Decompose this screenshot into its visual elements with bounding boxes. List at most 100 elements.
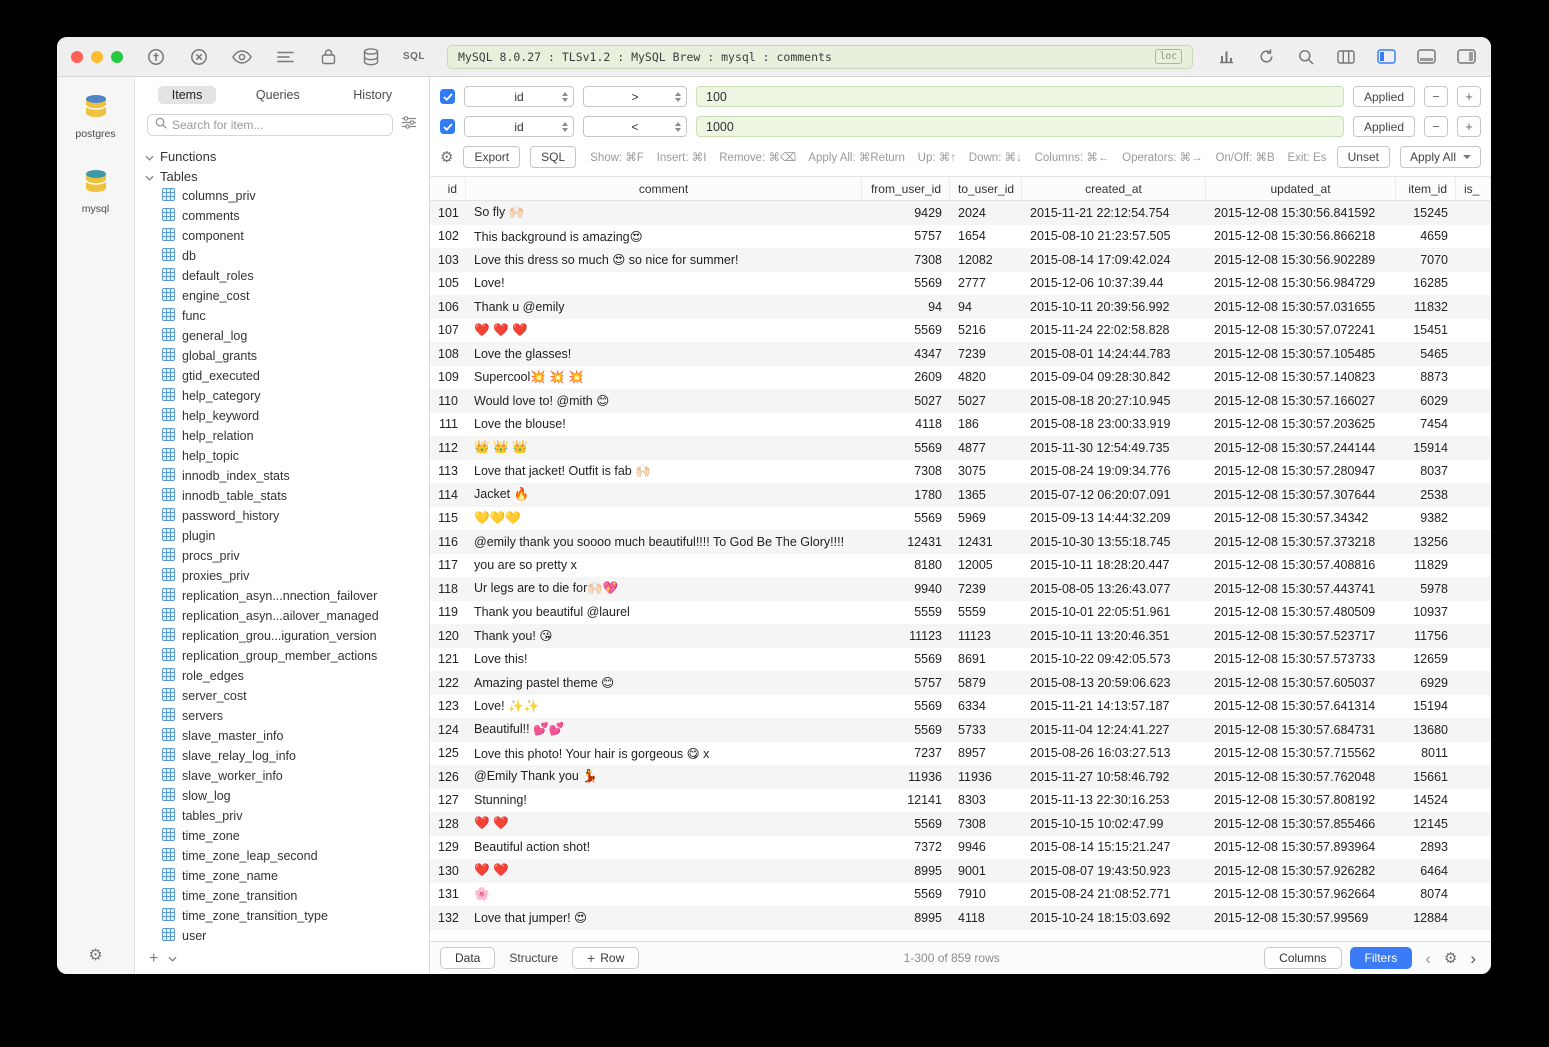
cell-updated-at[interactable]: 2015-12-08 15:30:57.641314 (1206, 699, 1396, 713)
cell-comment[interactable]: 🌸 (466, 887, 862, 902)
apply-all-button[interactable]: Apply All (1400, 146, 1481, 168)
cell-id[interactable]: 108 (430, 347, 466, 361)
cell-created-at[interactable]: 2015-08-14 15:15:21.247 (1022, 840, 1206, 854)
cell-updated-at[interactable]: 2015-12-08 15:30:57.99569 (1206, 911, 1396, 925)
cell-item-id[interactable]: 7454 (1396, 417, 1456, 431)
table-row[interactable]: 114 Jacket 🔥 1780 1365 2015-07-12 06:20:… (430, 483, 1491, 507)
cell-item-id[interactable]: 12659 (1396, 652, 1456, 666)
add-filter-button[interactable]: + (1457, 116, 1481, 137)
cell-created-at[interactable]: 2015-10-11 20:39:56.992 (1022, 300, 1206, 314)
cell-created-at[interactable]: 2015-11-04 12:24:41.227 (1022, 723, 1206, 737)
cell-created-at[interactable]: 2015-11-21 22:12:54.754 (1022, 206, 1206, 220)
cell-item-id[interactable]: 6029 (1396, 394, 1456, 408)
cell-id[interactable]: 123 (430, 699, 466, 713)
table-row[interactable]: 118 Ur legs are to die for🙌🏻💖 9940 7239 … (430, 577, 1491, 601)
remove-filter-button[interactable]: − (1424, 116, 1448, 137)
sql-editor-icon[interactable]: SQL (403, 46, 425, 68)
table-row[interactable]: 102 This background is amazing😍 5757 165… (430, 225, 1491, 249)
cell-comment[interactable]: Stunning! (466, 793, 862, 807)
table-row[interactable]: 106 Thank u @emily 94 94 2015-10-11 20:3… (430, 295, 1491, 319)
sidebar-table-item[interactable]: replication_asyn...nnection_failover (135, 586, 429, 606)
cell-updated-at[interactable]: 2015-12-08 15:30:57.605037 (1206, 676, 1396, 690)
cell-comment[interactable]: ❤️ ❤️ (466, 863, 862, 878)
disconnect-icon[interactable] (188, 46, 210, 68)
cell-from-user-id[interactable]: 5027 (862, 394, 950, 408)
table-row[interactable]: 130 ❤️ ❤️ 8995 9001 2015-08-07 19:43:50.… (430, 859, 1491, 883)
cell-comment[interactable]: 👑 👑 👑 (466, 440, 862, 455)
sidebar-table-item[interactable]: component (135, 226, 429, 246)
tree-group-functions[interactable]: Functions (135, 146, 429, 166)
cell-to-user-id[interactable]: 8691 (950, 652, 1022, 666)
cell-item-id[interactable]: 4659 (1396, 229, 1456, 243)
cell-from-user-id[interactable]: 7372 (862, 840, 950, 854)
table-row[interactable]: 107 ❤️ ❤️ ❤️ 5569 5216 2015-11-24 22:02:… (430, 319, 1491, 343)
cell-from-user-id[interactable]: 1780 (862, 488, 950, 502)
cell-to-user-id[interactable]: 94 (950, 300, 1022, 314)
sidebar-table-item[interactable]: help_topic (135, 446, 429, 466)
sidebar-table-item[interactable]: time_zone_name (135, 866, 429, 886)
table-row[interactable]: 113 Love that jacket! Outfit is fab 🙌🏻 7… (430, 460, 1491, 484)
cell-from-user-id[interactable]: 8995 (862, 864, 950, 878)
table-row[interactable]: 109 Supercool💥 💥 💥 2609 4820 2015-09-04 … (430, 366, 1491, 390)
cell-comment[interactable]: @Emily Thank you 💃 (466, 769, 862, 784)
cell-to-user-id[interactable]: 7239 (950, 347, 1022, 361)
cell-updated-at[interactable]: 2015-12-08 15:30:56.866218 (1206, 229, 1396, 243)
add-row-button[interactable]: + Row (572, 947, 639, 969)
cell-updated-at[interactable]: 2015-12-08 15:30:57.893964 (1206, 840, 1396, 854)
cell-item-id[interactable]: 2893 (1396, 840, 1456, 854)
sidebar-table-item[interactable]: general_log (135, 326, 429, 346)
cell-updated-at[interactable]: 2015-12-08 15:30:57.203625 (1206, 417, 1396, 431)
cell-item-id[interactable]: 6464 (1396, 864, 1456, 878)
filter-applied-button[interactable]: Applied (1353, 86, 1415, 107)
cell-item-id[interactable]: 8037 (1396, 464, 1456, 478)
cell-id[interactable]: 107 (430, 323, 466, 337)
cell-to-user-id[interactable]: 186 (950, 417, 1022, 431)
cell-comment[interactable]: Thank you beautiful @laurel (466, 605, 862, 619)
sidebar-table-item[interactable]: proxies_priv (135, 566, 429, 586)
cell-id[interactable]: 130 (430, 864, 466, 878)
table-row[interactable]: 124 Beautiful!! 💕💕 5569 5733 2015-11-04 … (430, 718, 1491, 742)
cell-created-at[interactable]: 2015-10-24 18:15:03.692 (1022, 911, 1206, 925)
cell-from-user-id[interactable]: 4347 (862, 347, 950, 361)
cell-created-at[interactable]: 2015-10-30 13:55:18.745 (1022, 535, 1206, 549)
cell-comment[interactable]: 💛💛💛 (466, 511, 862, 526)
cell-updated-at[interactable]: 2015-12-08 15:30:57.855466 (1206, 817, 1396, 831)
cell-item-id[interactable]: 13680 (1396, 723, 1456, 737)
sidebar-table-item[interactable]: func (135, 306, 429, 326)
columns-button[interactable]: Columns (1264, 947, 1341, 969)
cell-comment[interactable]: Ur legs are to die for🙌🏻💖 (466, 581, 862, 596)
cell-created-at[interactable]: 2015-08-26 16:03:27.513 (1022, 746, 1206, 760)
search-icon[interactable] (1295, 46, 1317, 68)
data-tab-button[interactable]: Data (440, 947, 495, 969)
cell-updated-at[interactable]: 2015-12-08 15:30:57.962664 (1206, 887, 1396, 901)
column-header-from-user-id[interactable]: from_user_id (862, 177, 950, 200)
cell-created-at[interactable]: 2015-08-18 20:27:10.945 (1022, 394, 1206, 408)
cell-updated-at[interactable]: 2015-12-08 15:30:57.762048 (1206, 770, 1396, 784)
cell-from-user-id[interactable]: 9940 (862, 582, 950, 596)
cell-to-user-id[interactable]: 7239 (950, 582, 1022, 596)
column-view-icon[interactable] (1335, 46, 1357, 68)
cell-comment[interactable]: Love this photo! Your hair is gorgeous 😋… (466, 746, 862, 761)
filter-value-input[interactable] (696, 86, 1344, 107)
cell-item-id[interactable]: 10937 (1396, 605, 1456, 619)
cell-from-user-id[interactable]: 2609 (862, 370, 950, 384)
sidebar-table-item[interactable]: help_relation (135, 426, 429, 446)
cell-created-at[interactable]: 2015-08-07 19:43:50.923 (1022, 864, 1206, 878)
cell-updated-at[interactable]: 2015-12-08 15:30:57.523717 (1206, 629, 1396, 643)
toggle-left-sidebar-icon[interactable] (1375, 46, 1397, 68)
sidebar-table-item[interactable]: replication_group_member_actions (135, 646, 429, 666)
cell-id[interactable]: 119 (430, 605, 466, 619)
table-row[interactable]: 105 Love! 5569 2777 2015-12-06 10:37:39.… (430, 272, 1491, 296)
cell-from-user-id[interactable]: 7308 (862, 464, 950, 478)
cell-to-user-id[interactable]: 1365 (950, 488, 1022, 502)
cell-id[interactable]: 109 (430, 370, 466, 384)
filter-sliders-icon[interactable] (401, 116, 417, 134)
table-row[interactable]: 111 Love the blouse! 4118 186 2015-08-18… (430, 413, 1491, 437)
tab-queries[interactable]: Queries (242, 86, 314, 104)
cell-created-at[interactable]: 2015-09-04 09:28:30.842 (1022, 370, 1206, 384)
filter-applied-button[interactable]: Applied (1353, 116, 1415, 137)
remove-filter-button[interactable]: − (1424, 86, 1448, 107)
cell-comment[interactable]: Love the glasses! (466, 347, 862, 361)
cell-from-user-id[interactable]: 11123 (862, 629, 950, 643)
database-icon[interactable] (360, 46, 382, 68)
